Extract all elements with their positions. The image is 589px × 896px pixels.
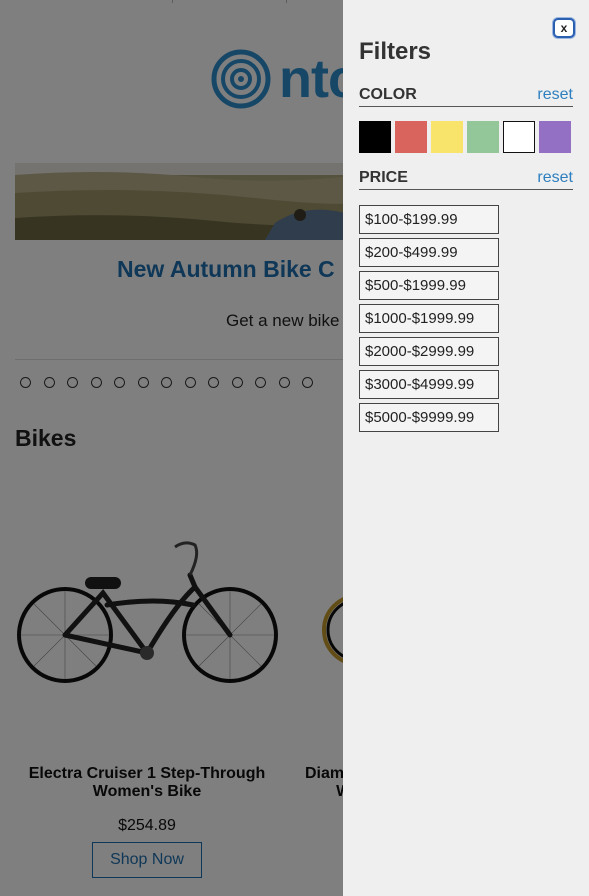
color-swatch-purple[interactable] — [539, 121, 571, 153]
color-swatch-yellow[interactable] — [431, 121, 463, 153]
color-swatches — [359, 121, 571, 153]
filter-panel: x Filters COLOR reset PRICE reset $100-$… — [343, 0, 589, 896]
filters-title: Filters — [359, 38, 432, 65]
price-option[interactable]: $100-$199.99 — [359, 205, 499, 234]
color-swatch-white[interactable] — [503, 121, 535, 153]
color-section-header: COLOR reset — [359, 84, 573, 107]
price-option[interactable]: $2000-$2999.99 — [359, 337, 499, 366]
price-option[interactable]: $3000-$4999.99 — [359, 370, 499, 399]
price-option[interactable]: $5000-$9999.99 — [359, 403, 499, 432]
color-swatch-red[interactable] — [395, 121, 427, 153]
price-section-header: PRICE reset — [359, 167, 573, 190]
price-option[interactable]: $1000-$1999.99 — [359, 304, 499, 333]
color-section-label: COLOR — [359, 86, 417, 103]
color-reset-link[interactable]: reset — [537, 86, 573, 104]
price-section-label: PRICE — [359, 169, 408, 186]
price-option[interactable]: $500-$1999.99 — [359, 271, 499, 300]
color-swatch-black[interactable] — [359, 121, 391, 153]
close-filters-button[interactable]: x — [553, 18, 575, 38]
price-option[interactable]: $200-$499.99 — [359, 238, 499, 267]
price-reset-link[interactable]: reset — [537, 169, 573, 187]
price-options: $100-$199.99 $200-$499.99 $500-$1999.99 $10… — [359, 205, 499, 436]
color-swatch-green[interactable] — [467, 121, 499, 153]
